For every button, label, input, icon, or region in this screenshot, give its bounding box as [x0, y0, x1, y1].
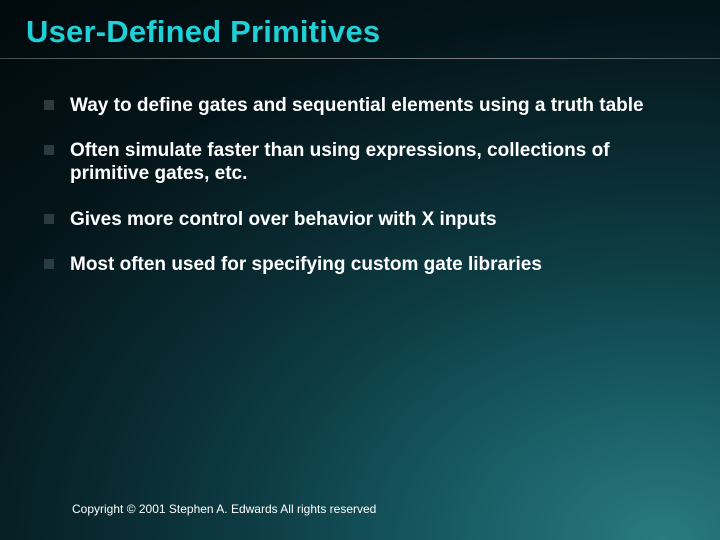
list-item: Often simulate faster than using express… [44, 139, 680, 185]
slide-title: User-Defined Primitives [26, 14, 380, 50]
slide: User-Defined Primitives Way to define ga… [0, 0, 720, 540]
bullet-text: Gives more control over behavior with X … [70, 208, 680, 231]
list-item: Most often used for specifying custom ga… [44, 253, 680, 276]
square-bullet-icon [44, 214, 54, 224]
slide-body: Way to define gates and sequential eleme… [44, 94, 680, 298]
bullet-text: Most often used for specifying custom ga… [70, 253, 680, 276]
title-underline [0, 58, 720, 59]
copyright-footer: Copyright © 2001 Stephen A. Edwards All … [72, 502, 376, 516]
square-bullet-icon [44, 145, 54, 155]
list-item: Way to define gates and sequential eleme… [44, 94, 680, 117]
list-item: Gives more control over behavior with X … [44, 208, 680, 231]
bullet-text: Often simulate faster than using express… [70, 139, 680, 185]
bullet-text: Way to define gates and sequential eleme… [70, 94, 680, 117]
square-bullet-icon [44, 259, 54, 269]
square-bullet-icon [44, 100, 54, 110]
